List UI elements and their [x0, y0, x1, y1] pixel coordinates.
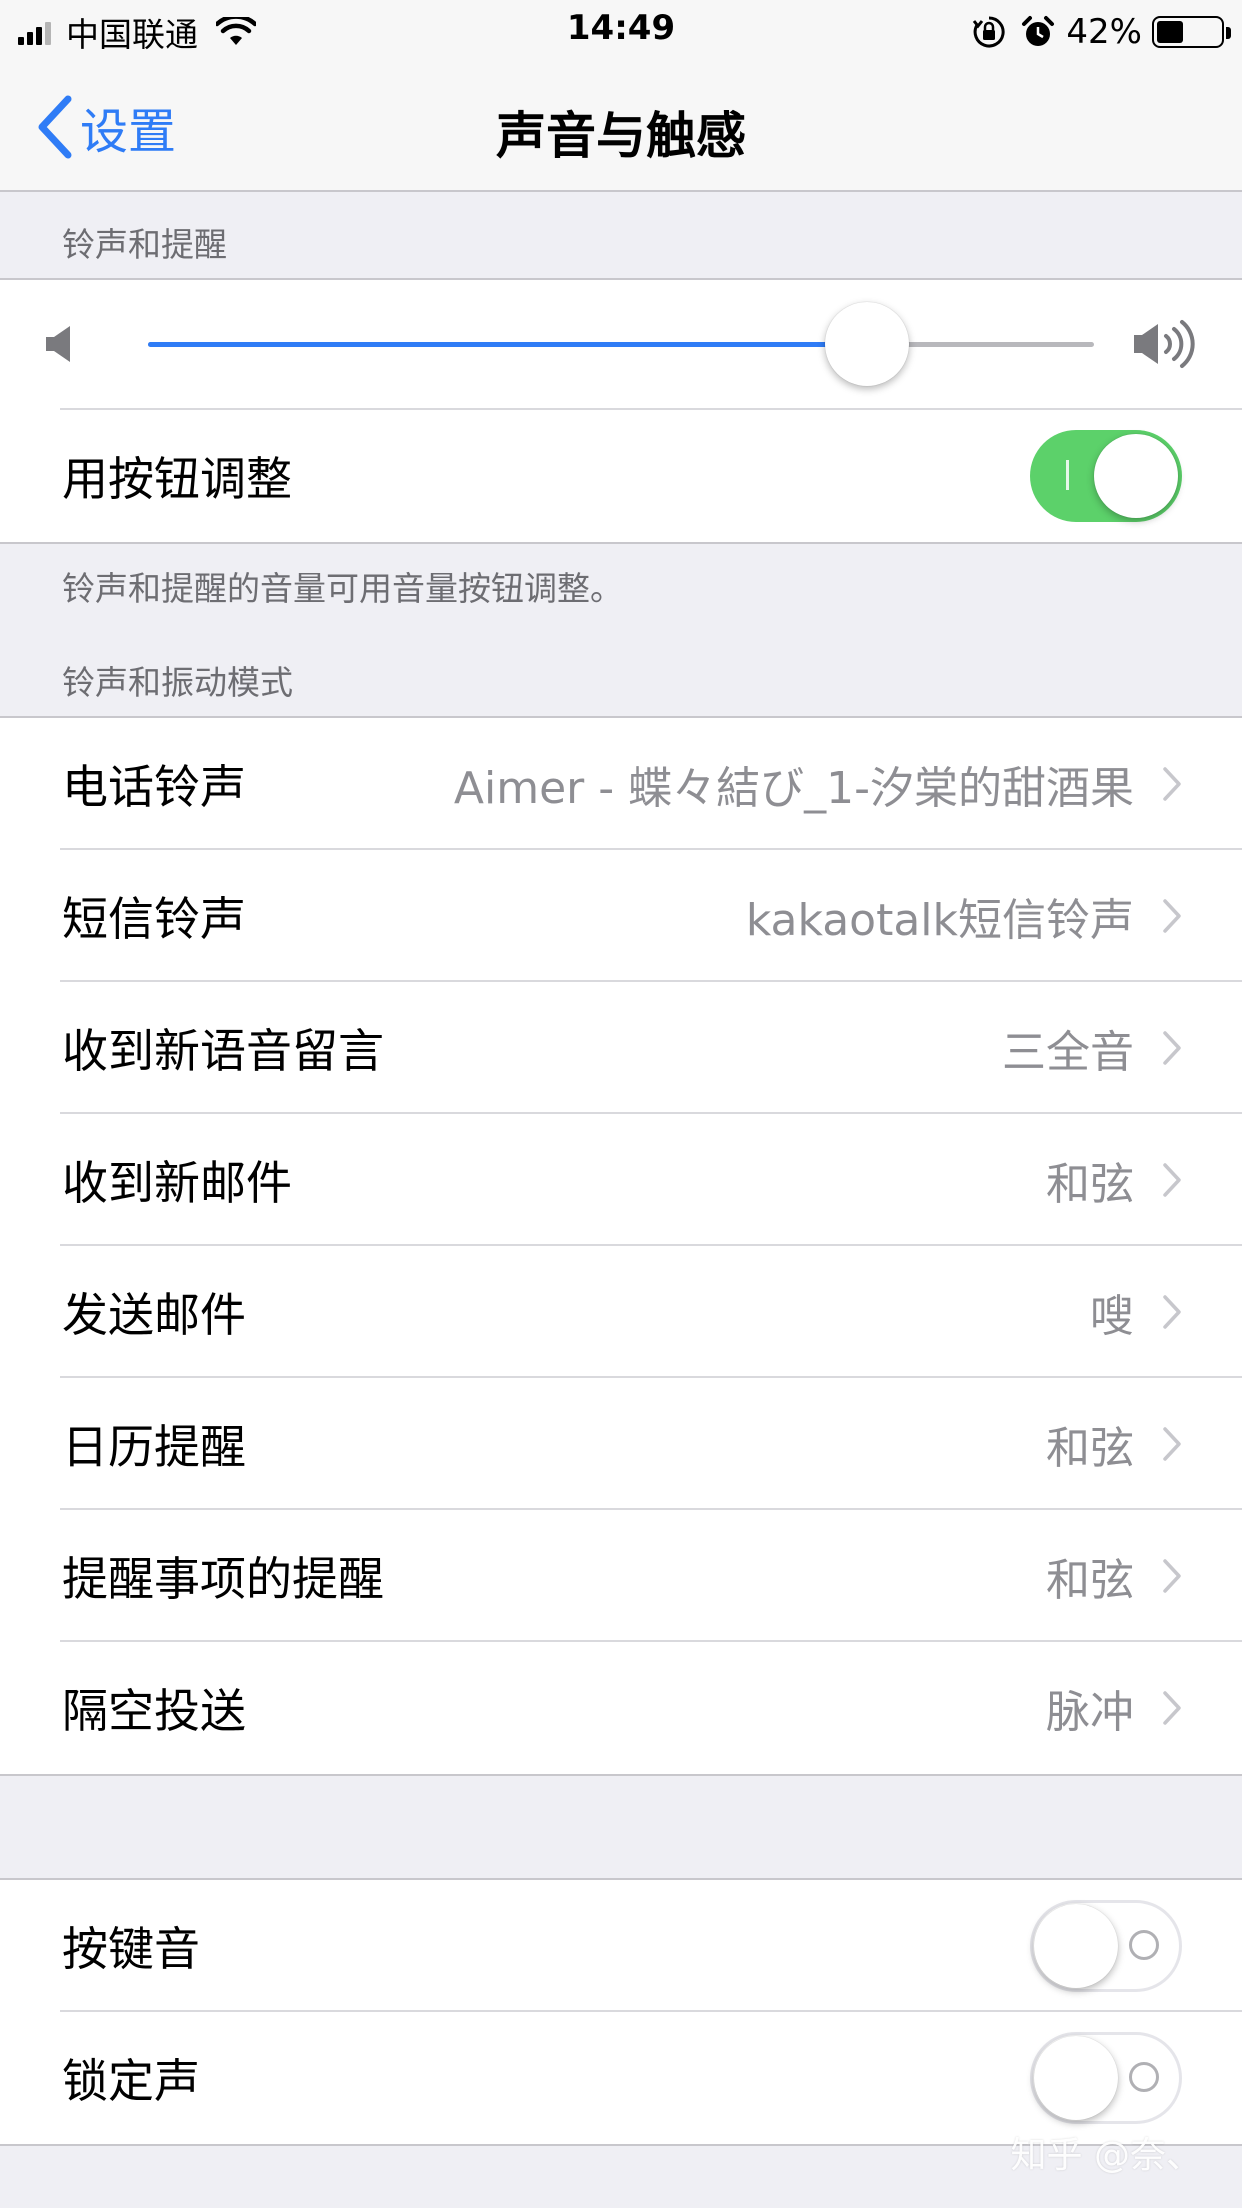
page-title: 声音与触感 [496, 107, 746, 165]
list-item-sent-mail[interactable]: 发送邮件 嗖 [0, 1246, 1242, 1378]
sounds-group: 按键音 锁定声 [0, 1878, 1242, 2146]
battery-fill [1157, 21, 1184, 43]
row-label: 隔空投送 [62, 1684, 246, 1738]
chevron-right-icon [1163, 1031, 1181, 1065]
row-label: 发送邮件 [62, 1288, 246, 1342]
volume-slider-row [0, 280, 1242, 410]
list-item-text-tone[interactable]: 短信铃声 kakaotalk短信铃声 [0, 850, 1242, 982]
change-with-buttons-toggle[interactable] [1030, 430, 1182, 522]
row-value: 三全音 [1002, 1027, 1134, 1078]
row-label: 提醒事项的提醒 [62, 1552, 384, 1606]
row-value: 和弦 [1046, 1423, 1134, 1474]
status-right: 42% [972, 10, 1231, 54]
chevron-right-icon [1163, 767, 1181, 801]
alarm-icon [1022, 16, 1055, 46]
row-label: 短信铃声 [62, 892, 246, 946]
row-label: 收到新语音留言 [62, 1024, 384, 1078]
watermark: 知乎 @奈、 [1010, 2135, 1202, 2176]
patterns-group: 电话铃声 Aimer - 蝶々結び_1-汐棠的甜酒果 短信铃声 kakaotal… [0, 716, 1242, 1776]
row-value: 嗖 [1090, 1291, 1134, 1342]
volume-slider-thumb[interactable] [824, 302, 909, 386]
change-with-buttons-row: 用按钮调整 [0, 410, 1242, 542]
volume-slider-track[interactable] [148, 342, 1094, 347]
list-item-ringtone[interactable]: 电话铃声 Aimer - 蝶々結び_1-汐棠的甜酒果 [0, 718, 1242, 850]
speaker-high-icon [1134, 320, 1195, 368]
speaker-low-icon [46, 326, 70, 362]
chevron-right-icon [1163, 1295, 1181, 1329]
list-item-airdrop[interactable]: 隔空投送 脉冲 [0, 1642, 1242, 1774]
battery-percent: 42% [1066, 12, 1142, 52]
orientation-lock-icon [973, 16, 1006, 48]
keyboard-clicks-toggle[interactable] [1030, 1900, 1182, 1992]
volume-slider-fill [148, 342, 867, 347]
navigation-bar: 设置 声音与触感 [0, 62, 1242, 192]
chevron-right-icon [1163, 1163, 1181, 1197]
lock-sound-toggle[interactable] [1030, 2032, 1182, 2124]
chevron-right-icon [1163, 1427, 1181, 1461]
status-bar: 中国联通 14:49 42% [0, 0, 1242, 62]
list-item-new-mail[interactable]: 收到新邮件 和弦 [0, 1114, 1242, 1246]
chevron-right-icon [1163, 1559, 1181, 1593]
row-label: 收到新邮件 [62, 1156, 292, 1210]
chevron-right-icon [1163, 1691, 1181, 1725]
row-label: 按键音 [62, 1922, 200, 1976]
row-label: 日历提醒 [62, 1420, 246, 1474]
lock-sound-row: 锁定声 [0, 2012, 1242, 2144]
row-label: 锁定声 [62, 2054, 200, 2108]
chevron-right-icon [1163, 899, 1181, 933]
ringer-group: 用按钮调整 [0, 278, 1242, 544]
row-value: 脉冲 [1046, 1687, 1134, 1738]
battery-icon [1152, 16, 1231, 48]
list-item-new-voicemail[interactable]: 收到新语音留言 三全音 [0, 982, 1242, 1114]
list-item-calendar-alerts[interactable]: 日历提醒 和弦 [0, 1378, 1242, 1510]
row-value: 和弦 [1046, 1555, 1134, 1606]
section-header-ringer: 铃声和提醒 [62, 225, 227, 264]
row-label: 电话铃声 [62, 760, 246, 814]
ringer-footer: 铃声和提醒的音量可用音量按钮调整。 [62, 569, 623, 608]
section-header-patterns: 铃声和振动模式 [62, 663, 293, 702]
keyboard-clicks-row: 按键音 [0, 1880, 1242, 2012]
change-with-buttons-label: 用按钮调整 [62, 452, 292, 506]
row-value: kakaotalk短信铃声 [745, 895, 1134, 946]
row-value: Aimer - 蝶々結び_1-汐棠的甜酒果 [453, 763, 1134, 814]
list-item-reminder-alerts[interactable]: 提醒事项的提醒 和弦 [0, 1510, 1242, 1642]
row-value: 和弦 [1046, 1159, 1134, 1210]
